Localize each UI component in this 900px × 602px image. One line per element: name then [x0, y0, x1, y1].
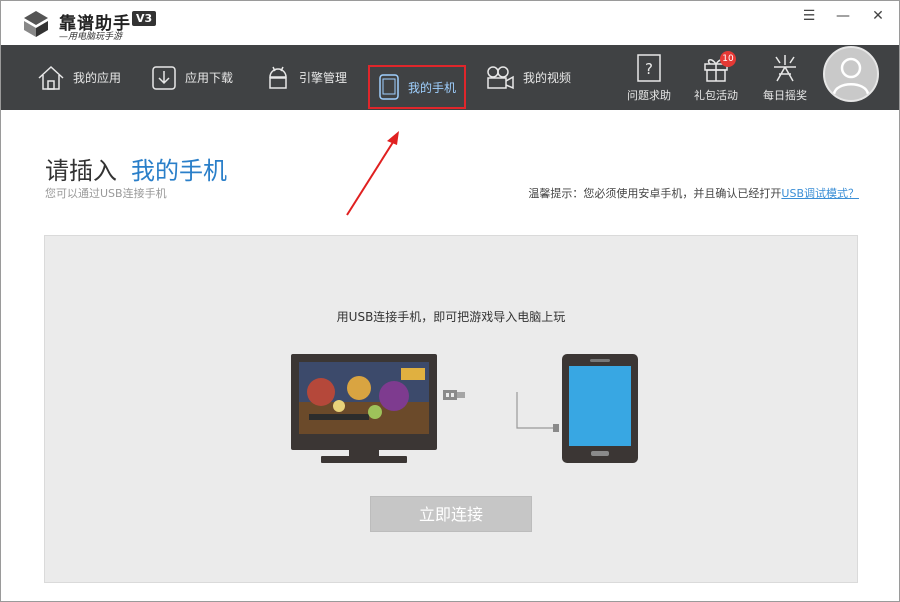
avatar[interactable] — [823, 46, 879, 102]
usb-debug-link[interactable]: USB调试模式？ — [781, 187, 859, 200]
game-screenshot — [299, 362, 429, 434]
page-title-highlight: 我的手机 — [131, 157, 227, 185]
nav-gift[interactable]: 10 礼包活动 — [684, 45, 748, 110]
usb-cable-icon — [516, 392, 559, 432]
nav-daily-lottery-label: 每日摇奖 — [763, 89, 807, 102]
phone-screen — [569, 366, 631, 446]
download-icon — [152, 65, 176, 90]
minimize-button[interactable]: — — [832, 7, 854, 25]
help-icon: ? — [637, 54, 661, 82]
nav-item-label: 应用下载 — [185, 71, 234, 85]
page-title-prefix: 请插入 — [45, 157, 117, 185]
nav-item-label: 我的应用 — [73, 71, 122, 85]
phone-icon — [379, 74, 399, 100]
phone-home-button — [591, 451, 609, 456]
warm-tip-text: 温馨提示：您必须使用安卓手机，并且确认已经打开 — [528, 187, 782, 200]
connect-instruction: 用USB连接手机，即可把游戏导入电脑上玩 — [336, 310, 566, 324]
menu-button[interactable]: ☰ — [798, 7, 820, 25]
user-icon — [832, 57, 870, 95]
gift-badge: 10 — [720, 51, 736, 67]
video-camera-icon — [487, 65, 514, 89]
connect-now-button[interactable]: 立即连接 — [370, 496, 532, 532]
nav-help[interactable]: ? 问题求助 — [617, 45, 681, 110]
close-button[interactable]: ✕ — [867, 7, 889, 25]
prize-icon — [774, 55, 796, 82]
nav-help-label: 问题求助 — [627, 89, 671, 102]
nav-item-engine-management[interactable]: 引擎管理 — [265, 45, 347, 110]
nav-item-my-phone[interactable]: 我的手机 — [368, 65, 467, 109]
usb-hint: 您可以通过USB连接手机 — [45, 187, 167, 200]
connect-panel: 用USB连接手机，即可把游戏导入电脑上玩 立即连接 — [44, 235, 858, 583]
app-slogan: —用电脑玩手游 — [59, 32, 123, 42]
house-icon — [38, 65, 64, 90]
android-icon — [269, 66, 287, 89]
nav-daily-lottery[interactable]: 每日摇奖 — [753, 45, 817, 110]
nav-item-my-apps[interactable]: 我的应用 — [37, 45, 121, 110]
nav-item-label: 引擎管理 — [299, 71, 348, 85]
usb-plug-icon — [443, 390, 465, 400]
phone-illustration — [562, 354, 638, 463]
annotation-arrow — [346, 131, 399, 216]
warm-tip: 温馨提示：您必须使用安卓手机，并且确认已经打开USB调试模式？ — [528, 185, 859, 201]
monitor-base — [321, 456, 407, 463]
computer-monitor — [291, 354, 437, 450]
app-window: 靠谱助手 V3 —用电脑玩手游 ☰ — ✕ 我的应用 应用下载 引擎管理 我的手… — [0, 0, 900, 602]
nav-item-label: 我的手机 — [408, 80, 457, 95]
phone-speaker — [590, 359, 610, 362]
svg-text:?: ? — [645, 60, 653, 78]
nav-bar: 我的应用 应用下载 引擎管理 我的手机 我的视频 ? 问题求助 10 礼包活动 … — [1, 45, 899, 110]
app-version-badge: V3 — [132, 11, 157, 26]
nav-item-my-videos[interactable]: 我的视频 — [485, 45, 571, 110]
page-title: 请插入 我的手机 — [45, 151, 227, 186]
logo-icon — [24, 11, 48, 37]
nav-item-app-download[interactable]: 应用下载 — [151, 45, 233, 110]
title-bar: 靠谱助手 V3 —用电脑玩手游 ☰ — ✕ — [1, 1, 899, 45]
nav-gift-label: 礼包活动 — [694, 89, 738, 102]
nav-item-label: 我的视频 — [523, 71, 572, 85]
